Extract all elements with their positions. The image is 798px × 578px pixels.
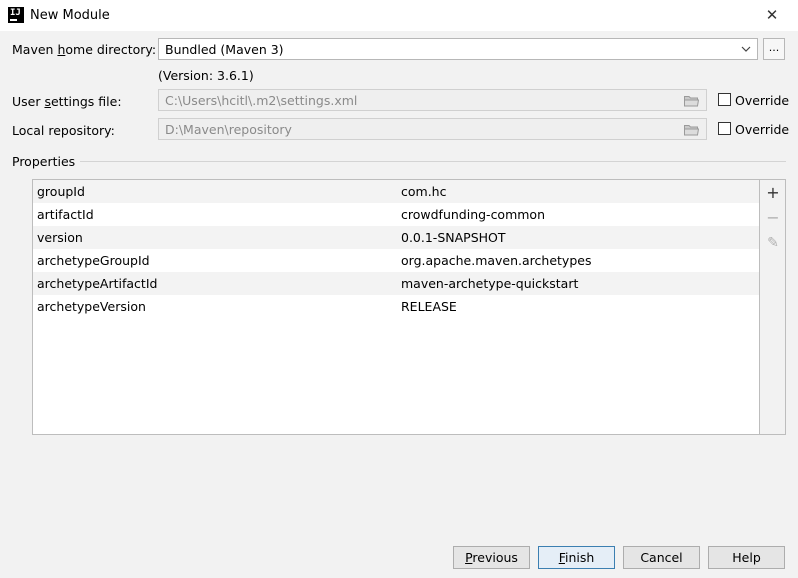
maven-home-value: Bundled (Maven 3) <box>165 42 284 57</box>
folder-icon[interactable] <box>684 124 699 136</box>
property-key: archetypeArtifactId <box>37 276 158 291</box>
chevron-down-icon <box>741 46 751 52</box>
add-icon[interactable]: + <box>764 184 782 202</box>
close-icon[interactable]: ✕ <box>762 5 782 25</box>
table-row[interactable]: groupId com.hc <box>33 180 759 203</box>
local-repo-override-label[interactable]: Override <box>735 122 789 137</box>
maven-home-combo[interactable]: Bundled (Maven 3) <box>158 38 758 60</box>
property-value: org.apache.maven.archetypes <box>401 253 592 268</box>
user-settings-label: User settings file: <box>12 94 122 109</box>
table-row[interactable]: version 0.0.1-SNAPSHOT <box>33 226 759 249</box>
maven-home-label: Maven home directory: <box>12 42 157 57</box>
property-value: crowdfunding-common <box>401 207 546 222</box>
maven-version-text: (Version: 3.6.1) <box>158 68 254 83</box>
local-repo-field[interactable]: D:\Maven\repository <box>158 118 707 140</box>
local-repo-label: Local repository: <box>12 123 115 138</box>
local-repo-value: D:\Maven\repository <box>165 122 292 137</box>
user-settings-value: C:\Users\hcitl\.m2\settings.xml <box>165 93 358 108</box>
properties-toolbar: + − ✎ <box>760 179 786 435</box>
user-settings-field[interactable]: C:\Users\hcitl\.m2\settings.xml <box>158 89 707 111</box>
browse-maven-home-button[interactable]: ... <box>763 38 785 60</box>
property-key: archetypeVersion <box>37 299 146 314</box>
property-value: maven-archetype-quickstart <box>401 276 579 291</box>
property-key: artifactId <box>37 207 94 222</box>
edit-icon[interactable]: ✎ <box>764 234 782 252</box>
folder-icon[interactable] <box>684 95 699 107</box>
user-settings-override-label[interactable]: Override <box>735 93 789 108</box>
finish-button[interactable]: Finish <box>538 546 615 569</box>
properties-heading: Properties <box>12 154 76 169</box>
properties-separator <box>80 161 786 162</box>
table-row[interactable]: artifactId crowdfunding-common <box>33 203 759 226</box>
user-settings-override-checkbox[interactable] <box>718 93 731 106</box>
title-bar: IJ New Module ✕ <box>0 0 798 31</box>
table-row[interactable]: archetypeGroupId org.apache.maven.archet… <box>33 249 759 272</box>
cancel-button[interactable]: Cancel <box>623 546 700 569</box>
help-button[interactable]: Help <box>708 546 785 569</box>
local-repo-override-checkbox[interactable] <box>718 122 731 135</box>
properties-table[interactable]: groupId com.hc artifactId crowdfunding-c… <box>32 179 760 435</box>
previous-button[interactable]: Previous <box>453 546 530 569</box>
property-value: com.hc <box>401 184 447 199</box>
window-title: New Module <box>30 8 110 23</box>
intellij-app-icon: IJ <box>8 7 24 23</box>
app-icon-text: IJ <box>10 8 21 18</box>
table-row[interactable]: archetypeVersion RELEASE <box>33 295 759 318</box>
property-value: 0.0.1-SNAPSHOT <box>401 230 506 245</box>
remove-icon[interactable]: − <box>764 209 782 227</box>
property-key: groupId <box>37 184 85 199</box>
table-row[interactable]: archetypeArtifactId maven-archetype-quic… <box>33 272 759 295</box>
property-key: version <box>37 230 83 245</box>
property-value: RELEASE <box>401 299 457 314</box>
property-key: archetypeGroupId <box>37 253 150 268</box>
